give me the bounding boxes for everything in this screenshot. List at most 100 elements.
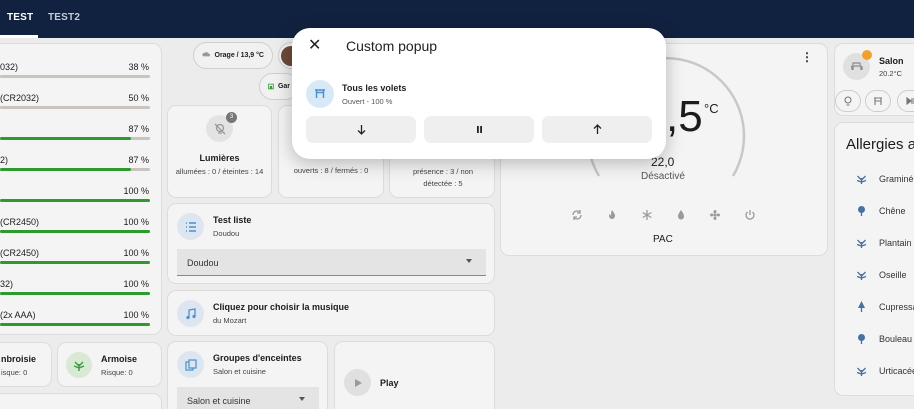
test-list-card: Test liste Doudou Doudou: [167, 203, 495, 284]
battery-label: 032): [0, 62, 19, 72]
test-list-select[interactable]: Doudou: [177, 249, 486, 276]
pollen-armoise-risk: Risque: 0: [101, 368, 133, 377]
battery-value: 100 %: [123, 186, 149, 196]
test-list-select-value: Doudou: [187, 258, 219, 268]
battery-value: 38 %: [128, 62, 149, 72]
entity-name[interactable]: Tous les volets: [342, 83, 406, 93]
shutter-icon: [874, 97, 882, 105]
battery-label: (2x AAA): [0, 310, 36, 320]
popup-title: Custom popup: [346, 38, 438, 54]
battery-value: 100 %: [123, 279, 149, 289]
tab-test2[interactable]: TEST2: [48, 12, 80, 23]
arrow-up-icon: [593, 124, 601, 134]
weather-chip[interactable]: Orage / 13,9 °C: [193, 42, 273, 69]
music-title: Cliquez pour choisir la musique: [213, 302, 350, 312]
allergy-name: Oseille: [879, 269, 907, 280]
presence-status: présence : 3 / non détectée : 5: [412, 167, 474, 188]
allergy-item[interactable]: Bouleau: [856, 333, 912, 344]
battery-list: 032) 38 % (CR2032) 50 % 87 % 2) 87 % 100 % (CR24…: [0, 59, 162, 334]
battery-bar: [0, 230, 150, 233]
close-icon[interactable]: ✕: [308, 38, 321, 54]
allergy-item[interactable]: Graminées: [856, 173, 914, 184]
battery-bar-fill: [0, 137, 131, 140]
allergy-name: Graminées: [879, 173, 914, 184]
room-card[interactable]: Salon 20.2°C: [834, 43, 914, 116]
allergy-name: Urticacées: [879, 365, 914, 376]
dashboard: TEST TEST2 032) 38 % (CR2032) 50 % 87 % 2) 87 …: [0, 0, 914, 409]
shutter-icon[interactable]: [306, 80, 334, 108]
dropdown-arrow-icon: [466, 259, 472, 263]
auto-mode-icon[interactable]: [570, 208, 584, 222]
fan-mode-icon[interactable]: [708, 208, 722, 222]
storm-icon: [202, 52, 211, 57]
cool-mode-icon[interactable]: [640, 208, 654, 222]
room-status-badge: [862, 50, 872, 60]
pause-icon: [476, 126, 482, 133]
shutters-status: ouverts : 8 / fermés : 0: [293, 166, 369, 175]
battery-bar: [0, 292, 150, 295]
music-note-icon: [177, 300, 204, 327]
speaker-groups-subtitle: Salon et cuisine: [213, 367, 266, 376]
battery-bar-fill: [0, 230, 150, 233]
battery-row[interactable]: 032) 38 %: [0, 59, 162, 90]
list-icon: [177, 213, 204, 240]
allergy-item[interactable]: Cupressacées: [856, 301, 914, 312]
battery-value: 100 %: [123, 310, 149, 320]
allergy-name: Chêne: [879, 205, 906, 216]
test-list-title: Test liste: [213, 215, 252, 225]
battery-row[interactable]: 87 %: [0, 121, 162, 152]
test-list-subtitle: Doudou: [213, 229, 240, 238]
battery-value: 50 %: [128, 93, 149, 103]
dry-mode-icon[interactable]: [674, 208, 688, 222]
weather-chip-label: Orage / 13,9 °C: [214, 52, 265, 59]
play-card[interactable]: Play: [334, 341, 495, 409]
lightbulb-icon: [844, 96, 852, 106]
allergy-item[interactable]: Urticacées: [856, 365, 914, 376]
grass-icon: [856, 365, 867, 376]
battery-bar-fill: [0, 106, 75, 109]
more-options-icon[interactable]: ⋮: [801, 51, 813, 63]
tab-test[interactable]: TEST: [7, 12, 33, 23]
allergy-list: Graminées Chêne Plantain Oseille Cupressacée…: [834, 122, 914, 396]
power-icon[interactable]: [743, 208, 757, 222]
battery-row[interactable]: (CR2450) 100 %: [0, 214, 162, 245]
speaker-group-icon: [177, 351, 204, 378]
hvac-state: Désactivé: [641, 171, 685, 182]
battery-row[interactable]: 100 %: [0, 183, 162, 214]
battery-row[interactable]: 32) 100 %: [0, 276, 162, 307]
battery-bar: [0, 106, 150, 109]
speaker-groups-select[interactable]: Salon et cuisine: [177, 387, 319, 409]
allergy-item[interactable]: Chêne: [856, 205, 906, 216]
music-card[interactable]: Cliquez pour choisir la musique du Mozar…: [167, 290, 495, 336]
entity-state: Ouvert - 100 %: [342, 97, 393, 106]
battery-label: 2): [0, 155, 9, 165]
music-subtitle: du Mozart: [213, 316, 247, 325]
play-pause-icon: [906, 96, 914, 106]
allergy-item[interactable]: Plantain: [856, 237, 912, 248]
heat-mode-icon[interactable]: [605, 208, 619, 222]
conifer-icon: [856, 301, 867, 312]
room-light-button[interactable]: [835, 90, 861, 112]
battery-row[interactable]: (CR2450) 100 %: [0, 245, 162, 276]
room-media-button[interactable]: [897, 90, 914, 112]
close-shutter-button[interactable]: [306, 116, 416, 143]
grass-icon: [856, 269, 867, 280]
battery-bar: [0, 168, 150, 171]
battery-bar: [0, 75, 150, 78]
battery-bar: [0, 137, 150, 140]
battery-label: (CR2032): [0, 93, 40, 103]
pollen-tile-armoise[interactable]: Armoise Risque: 0: [57, 342, 162, 387]
room-shutter-button[interactable]: [865, 90, 891, 112]
allergy-item[interactable]: Oseille: [856, 269, 907, 280]
tree-icon: [856, 333, 867, 344]
battery-bar-fill: [0, 323, 150, 326]
pollen-ambroisie-risk: isque: 0: [1, 368, 28, 377]
stop-shutter-button[interactable]: [424, 116, 534, 143]
pollen-tile-ambroisie[interactable]: nbroisie isque: 0: [0, 342, 52, 387]
lights-tile[interactable]: 3 Lumières allumées : 0 / éteintes : 14: [167, 105, 272, 198]
card-bottom-left: [0, 393, 162, 409]
open-shutter-button[interactable]: [542, 116, 652, 143]
battery-row[interactable]: (CR2032) 50 %: [0, 90, 162, 121]
battery-row[interactable]: 2) 87 %: [0, 152, 162, 183]
battery-row[interactable]: (2x AAA) 100 %: [0, 307, 162, 338]
